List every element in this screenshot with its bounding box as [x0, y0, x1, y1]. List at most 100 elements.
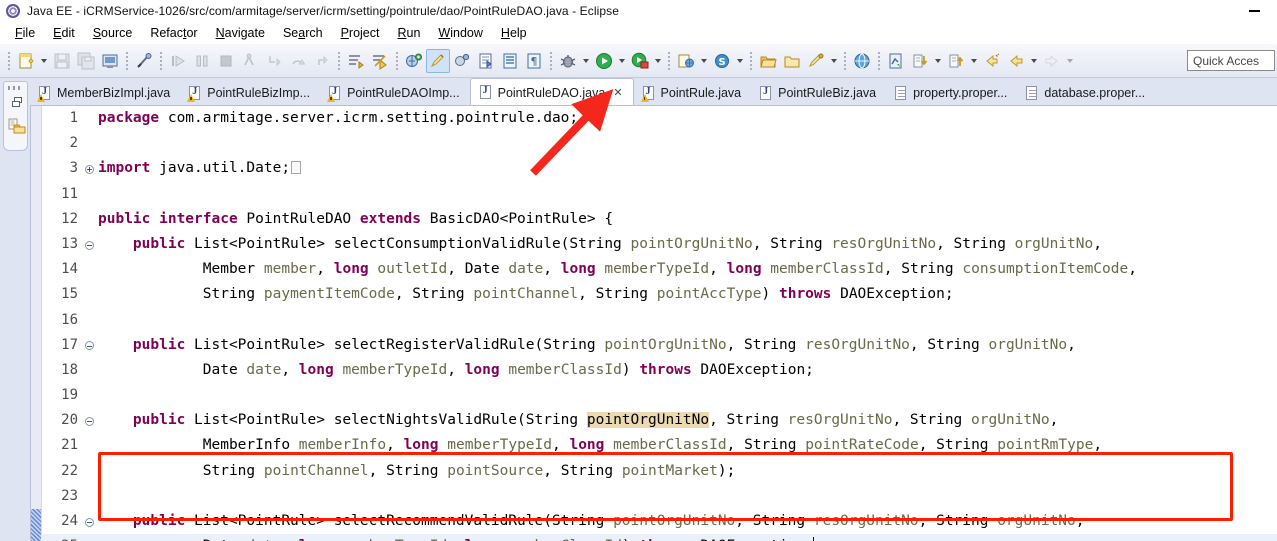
back-button[interactable] — [1004, 49, 1028, 73]
fold-toggle-icon[interactable] — [83, 340, 95, 351]
skip-breakpoints-button[interactable] — [368, 49, 392, 73]
close-icon[interactable]: ✕ — [613, 86, 622, 99]
chevron-down-icon[interactable] — [828, 49, 840, 73]
editor-tab-4[interactable]: PointRule.java — [634, 80, 752, 106]
run-button[interactable] — [592, 49, 616, 73]
menu-item-edit[interactable]: Edit — [44, 24, 84, 42]
fold-toggle-icon[interactable] — [83, 163, 95, 174]
editor-tab-2[interactable]: PointRuleDAOImp... — [320, 80, 470, 106]
editor-tab-label: PointRule.java — [660, 86, 742, 100]
package-explorer-icon[interactable] — [4, 114, 29, 138]
chevron-down-icon[interactable] — [580, 49, 592, 73]
menu-item-run[interactable]: Run — [388, 24, 429, 42]
chevron-down-icon[interactable] — [38, 49, 50, 73]
toolbar-grip[interactable] — [844, 51, 846, 70]
last-edit-location-button[interactable] — [980, 49, 1004, 73]
toolbar-grip[interactable] — [338, 51, 340, 70]
code-line[interactable]: 17 public List<PointRule> selectRegister… — [31, 333, 1277, 358]
chevron-down-icon[interactable] — [1028, 49, 1040, 73]
code-line[interactable]: 14 Member member, long outletId, Date da… — [31, 257, 1277, 282]
restore-view-icon[interactable] — [4, 90, 29, 114]
toolbar-grip[interactable] — [550, 51, 552, 70]
chevron-down-icon[interactable] — [652, 49, 664, 73]
code-line[interactable]: 22 String pointChannel, String pointSour… — [31, 459, 1277, 484]
editor-tab-3[interactable]: PointRuleDAO.java ✕ — [469, 78, 634, 106]
toolbar-grip[interactable] — [8, 51, 10, 70]
show-whitespace-button[interactable]: ¶ — [522, 49, 546, 73]
code-line[interactable]: 24 public List<PointRule> selectRecommen… — [31, 509, 1277, 535]
chevron-down-icon[interactable] — [616, 49, 628, 73]
chevron-down-icon[interactable] — [968, 49, 980, 73]
code-line[interactable]: 1 package com.armitage.server.icrm.settin… — [31, 106, 1277, 131]
editor-tab-0[interactable]: MemberBizImpl.java — [30, 80, 180, 106]
open-type-button[interactable] — [474, 49, 498, 73]
code-line[interactable]: 16 — [31, 308, 1277, 333]
menu-item-refactor[interactable]: Refactor — [141, 24, 206, 42]
code-line[interactable]: 21 MemberInfo memberInfo, long memberTyp… — [31, 433, 1277, 458]
toolbar-grip[interactable] — [396, 51, 398, 70]
editor-tab-7[interactable]: database.proper... — [1017, 80, 1155, 106]
new-wizard-button[interactable] — [14, 49, 38, 73]
toolbar-grip[interactable] — [126, 51, 128, 70]
chevron-down-icon[interactable] — [698, 49, 710, 73]
build-all-button[interactable] — [344, 49, 368, 73]
code-line[interactable]: 19 — [31, 383, 1277, 408]
new-web-project-button[interactable] — [674, 49, 698, 73]
toolbar-grip[interactable] — [878, 51, 880, 70]
debug-button[interactable] — [556, 49, 580, 73]
fold-toggle-icon[interactable] — [83, 239, 95, 250]
code-line[interactable]: 18 Date date, long memberTypeId, long me… — [31, 358, 1277, 383]
svg-text:¶: ¶ — [531, 55, 538, 68]
code-line[interactable]: 13 public List<PointRule> selectConsumpt… — [31, 232, 1277, 257]
code-line[interactable]: 2 — [31, 131, 1277, 156]
open-browser-button[interactable] — [850, 49, 874, 73]
toolbar-grip[interactable] — [750, 51, 752, 70]
code-token: , String — [709, 412, 788, 429]
code-token: long — [403, 437, 448, 454]
chevron-down-icon[interactable] — [932, 49, 944, 73]
open-task-button[interactable] — [498, 49, 522, 73]
previous-annotation-button[interactable] — [944, 49, 968, 73]
menu-item-search[interactable]: Search — [274, 24, 332, 42]
menu-item-file[interactable]: File — [6, 24, 44, 42]
menu-item-help[interactable]: Help — [492, 24, 536, 42]
minimize-button[interactable] — [1232, 0, 1277, 22]
code-editor[interactable]: 1 package com.armitage.server.icrm.settin… — [30, 106, 1277, 541]
code-line[interactable]: 11 — [31, 182, 1277, 207]
code-line[interactable]: 25 Date date, long memberTypeId, long me… — [31, 534, 1277, 541]
code-line[interactable]: 3 import java.util.Date; — [31, 156, 1277, 181]
next-annotation-button[interactable] — [908, 49, 932, 73]
code-line[interactable]: 12 public interface PointRuleDAO extends … — [31, 207, 1277, 232]
code-token: orgUnitNo — [997, 513, 1076, 529]
toolbar-grip[interactable] — [668, 51, 670, 70]
new-annotation-button[interactable] — [804, 49, 828, 73]
toggle-breakpoint-button[interactable] — [132, 49, 156, 73]
menu-item-project[interactable]: Project — [332, 24, 389, 42]
menu-item-source[interactable]: Source — [84, 24, 142, 42]
collapsed-imports-placeholder[interactable] — [291, 161, 302, 175]
code-line[interactable]: 23 — [31, 484, 1277, 509]
new-js-file-button[interactable]: S — [710, 49, 734, 73]
quick-access-input[interactable]: Quick Acces — [1187, 50, 1275, 71]
editor-tab-5[interactable]: PointRuleBiz.java — [751, 80, 886, 106]
code-line[interactable]: 15 String paymentItemCode, String pointC… — [31, 282, 1277, 307]
menu-item-window[interactable]: Window — [429, 24, 491, 42]
code-line[interactable]: 20 public List<PointRule> selectNightsVa… — [31, 408, 1277, 433]
fold-toggle-icon[interactable] — [83, 415, 95, 426]
chevron-down-icon[interactable] — [1064, 49, 1076, 73]
open-folder-button[interactable] — [780, 49, 804, 73]
menu-item-navigate[interactable]: Navigate — [207, 24, 274, 42]
chevron-down-icon[interactable] — [734, 49, 746, 73]
editor-tab-1[interactable]: PointRuleBizImp... — [180, 80, 320, 106]
run-on-server-button[interactable] — [628, 49, 652, 73]
editor-tab-6[interactable]: property.proper... — [886, 80, 1017, 106]
print-button[interactable] — [98, 49, 122, 73]
fold-toggle-icon[interactable] — [83, 516, 95, 527]
annotate-marker-button[interactable] — [426, 48, 450, 73]
profile-button[interactable] — [884, 49, 908, 73]
source-code[interactable]: 1 package com.armitage.server.icrm.settin… — [31, 106, 1277, 541]
open-package-button[interactable] — [756, 49, 780, 73]
toolbar-grip[interactable] — [160, 51, 162, 70]
new-ejb-project-button[interactable] — [450, 49, 474, 73]
new-java-project-button[interactable] — [402, 49, 426, 73]
